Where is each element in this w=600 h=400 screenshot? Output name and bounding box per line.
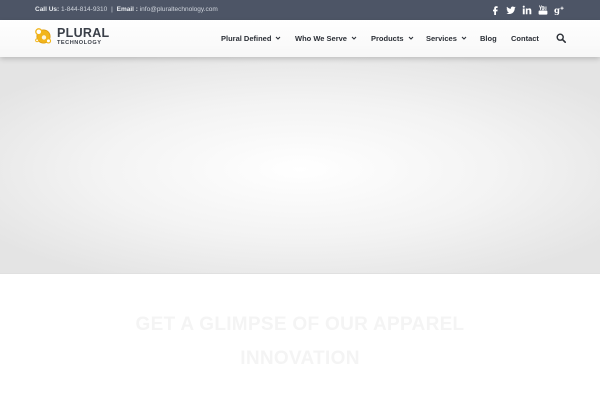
chevron-down-icon bbox=[275, 35, 281, 41]
nav-label: Contact bbox=[511, 34, 539, 43]
top-bar: Call Us: 1-844-814-9310 | Email : info@p… bbox=[0, 0, 600, 20]
youtube-icon[interactable] bbox=[538, 5, 548, 15]
site-header: PLURAL TECHNOLOGY Plural Defined Who We … bbox=[0, 20, 600, 57]
google-plus-icon[interactable]: g bbox=[554, 5, 564, 15]
contact-separator: | bbox=[111, 6, 113, 13]
logo[interactable]: PLURAL TECHNOLOGY bbox=[34, 27, 110, 46]
nav-label: Who We Serve bbox=[295, 34, 347, 43]
call-label: Call Us: bbox=[35, 6, 60, 13]
facebook-icon[interactable] bbox=[490, 5, 500, 15]
svg-text:g: g bbox=[554, 6, 560, 15]
headline-line-1: GET A GLIMPSE OF OUR APPAREL bbox=[135, 314, 465, 335]
section-headline: GET A GLIMPSE OF OUR APPAREL INNOVATION bbox=[100, 308, 500, 376]
nav-item-who-we-serve[interactable]: Who We Serve bbox=[295, 20, 357, 57]
nav-item-plural-defined[interactable]: Plural Defined bbox=[221, 20, 281, 57]
hero-banner bbox=[0, 57, 600, 274]
logo-subtitle: TECHNOLOGY bbox=[57, 39, 102, 46]
plural-logo-icon bbox=[35, 28, 52, 44]
chevron-down-icon bbox=[461, 35, 467, 41]
headline-line-2: INNOVATION bbox=[240, 348, 360, 369]
social-links: g bbox=[490, 0, 564, 20]
twitter-icon[interactable] bbox=[506, 5, 516, 15]
chevron-down-icon bbox=[408, 35, 414, 41]
nav-item-blog[interactable]: Blog bbox=[480, 20, 497, 57]
contact-info: Call Us: 1-844-814-9310 | Email : info@p… bbox=[35, 0, 218, 20]
email-link[interactable]: info@pluraltechnology.com bbox=[140, 6, 218, 13]
nav-label: Blog bbox=[480, 34, 497, 43]
email-label: Email : bbox=[116, 6, 138, 13]
nav-item-products[interactable]: Products bbox=[371, 20, 414, 57]
nav-item-services[interactable]: Services bbox=[426, 20, 467, 57]
linkedin-icon[interactable] bbox=[522, 5, 532, 15]
phone-link[interactable]: 1-844-814-9310 bbox=[61, 6, 107, 13]
nav-item-contact[interactable]: Contact bbox=[511, 20, 539, 57]
nav-label: Products bbox=[371, 34, 404, 43]
chevron-down-icon bbox=[351, 35, 357, 41]
nav-label: Services bbox=[426, 34, 457, 43]
nav-label: Plural Defined bbox=[221, 34, 272, 43]
search-icon[interactable] bbox=[556, 33, 566, 43]
logo-name: PLURAL bbox=[57, 26, 110, 40]
